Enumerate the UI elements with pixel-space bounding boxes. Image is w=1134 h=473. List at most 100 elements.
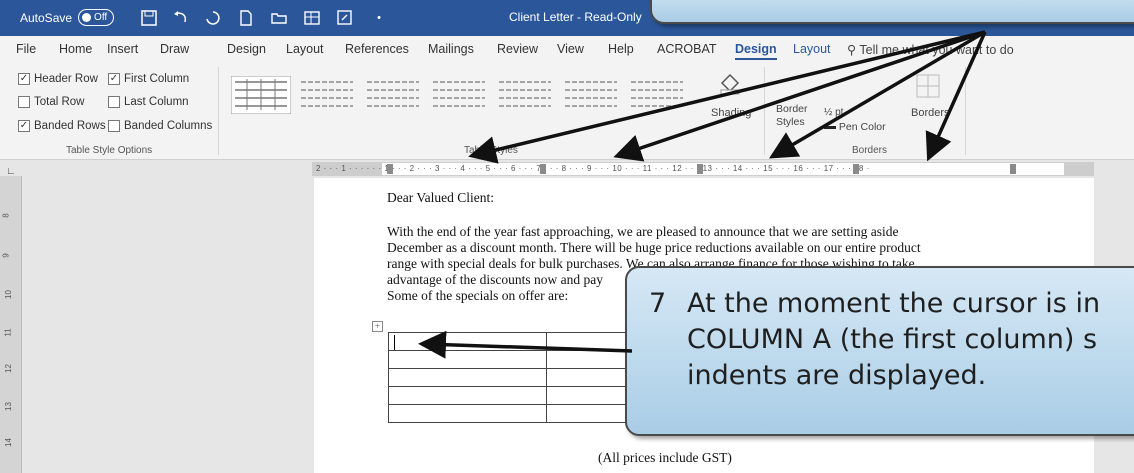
autosave-toggle[interactable]: Off: [78, 9, 115, 26]
paragraph-line: December as a discount month. There will…: [387, 240, 921, 255]
checkbox-unchecked: [108, 120, 120, 132]
shading-button[interactable]: Shading: [711, 107, 751, 119]
last-column-checkbox[interactable]: Last Column: [108, 96, 189, 108]
autosave-label: AutoSave: [20, 10, 73, 25]
redo-icon[interactable]: [202, 7, 224, 29]
ruler-margin-right: [1064, 162, 1094, 176]
vertical-ruler: 8 9 10 11 12 13 14: [0, 176, 22, 473]
paragraph-line: Some of the specials on offer are:: [387, 288, 569, 303]
table-cell[interactable]: [388, 368, 547, 387]
table-move-handle-icon[interactable]: +: [372, 321, 383, 332]
last-column-label: Last Column: [124, 96, 189, 108]
paragraph-line: advantage of the discounts now and pay: [387, 272, 603, 287]
borders-group-label: Borders: [852, 145, 888, 156]
vruler-number: 12: [3, 364, 13, 373]
save-icon[interactable]: [138, 7, 160, 29]
first-column-checkbox[interactable]: ✓ First Column: [108, 73, 189, 85]
callout-step-number: 7: [649, 288, 667, 319]
vruler-number: 8: [1, 213, 11, 218]
table-style-options-label: Table Style Options: [66, 145, 153, 156]
pen-color-label: Pen Color: [838, 121, 886, 133]
tab-acrobat[interactable]: ACROBAT: [657, 42, 717, 56]
table-style-thumbnail[interactable]: [231, 76, 291, 114]
vruler-number: 10: [3, 290, 13, 299]
total-row-label: Total Row: [34, 96, 85, 108]
pen-weight-dropdown[interactable]: ½ pt: [824, 107, 843, 118]
vruler-number: 14: [3, 438, 13, 447]
checkbox-unchecked: [18, 96, 30, 108]
table-style-thumbnail[interactable]: [429, 76, 489, 114]
tell-me-text: Tell me what you want to do: [859, 43, 1014, 57]
column-marker[interactable]: [540, 164, 546, 174]
total-row-checkbox[interactable]: Total Row: [18, 96, 85, 108]
vruler-number: 9: [1, 253, 11, 258]
new-document-icon[interactable]: [235, 7, 257, 29]
pen-color-icon: [824, 125, 836, 129]
table-cell[interactable]: [388, 386, 547, 405]
banded-columns-checkbox[interactable]: Banded Columns: [108, 120, 212, 132]
checkbox-checked: ✓: [108, 73, 120, 85]
column-marker[interactable]: [853, 164, 859, 174]
ruler-scale: 2 · · · 1 · · · · · · 1 · · · 2 · · · 3 …: [316, 164, 870, 173]
column-marker[interactable]: [1010, 164, 1016, 174]
callout-line: COLUMN A (the first column) s: [687, 324, 1098, 355]
autosave-control[interactable]: AutoSave Off: [20, 9, 115, 26]
prices-note: (All prices include GST): [598, 450, 732, 465]
header-row-label: Header Row: [34, 73, 98, 85]
borders-icon[interactable]: [915, 73, 941, 99]
tab-help[interactable]: Help: [608, 42, 634, 56]
group-separator: [965, 67, 966, 155]
touch-mode-icon[interactable]: [334, 7, 356, 29]
tab-view[interactable]: View: [557, 42, 584, 56]
tab-review[interactable]: Review: [497, 42, 538, 56]
tab-file[interactable]: File: [16, 42, 36, 56]
table-style-thumbnail[interactable]: [495, 76, 555, 114]
table-cell[interactable]: [388, 350, 547, 369]
tab-design[interactable]: Design: [227, 42, 266, 56]
insert-table-icon[interactable]: [301, 7, 323, 29]
banded-rows-label: Banded Rows: [34, 120, 106, 132]
table-style-thumbnail[interactable]: [561, 76, 621, 114]
instruction-callout: 7 At the moment the cursor is in COLUMN A…: [625, 266, 1134, 436]
tab-mailings[interactable]: Mailings: [428, 42, 474, 56]
borders-button[interactable]: Borders: [911, 107, 950, 119]
first-column-label: First Column: [124, 73, 190, 85]
banded-rows-checkbox[interactable]: ✓ Banded Rows: [18, 120, 106, 132]
search-icon: ⚲: [847, 43, 860, 57]
table-style-thumbnail[interactable]: [363, 76, 423, 114]
tab-layout[interactable]: Layout: [286, 42, 324, 56]
column-marker[interactable]: [387, 164, 393, 174]
tab-draw[interactable]: Draw: [160, 42, 189, 56]
table-cell-a1[interactable]: [388, 332, 547, 351]
pen-color-button[interactable]: Pen Color: [824, 121, 886, 133]
tab-references[interactable]: References: [345, 42, 409, 56]
group-separator: [764, 67, 765, 155]
text-cursor: [394, 335, 395, 350]
column-marker[interactable]: [697, 164, 703, 174]
tab-insert[interactable]: Insert: [107, 42, 138, 56]
open-folder-icon[interactable]: [268, 7, 290, 29]
paragraph-line: With the end of the year fast approachin…: [387, 224, 899, 239]
tell-me-search[interactable]: ⚲ Tell me what you want to do: [847, 42, 1014, 57]
table-cell[interactable]: [388, 404, 547, 423]
tab-table-layout[interactable]: Layout: [793, 42, 831, 56]
vruler-number: 13: [3, 402, 13, 411]
checkbox-checked: ✓: [18, 120, 30, 132]
group-separator: [218, 67, 219, 155]
header-row-checkbox[interactable]: ✓ Header Row: [18, 73, 98, 85]
letter-greeting: Dear Valued Client:: [387, 190, 494, 205]
tab-table-design[interactable]: Design: [735, 42, 777, 60]
callout-line: 7 At the moment the cursor is in: [649, 286, 1134, 322]
table-style-thumbnail[interactable]: [297, 76, 357, 114]
shading-icon[interactable]: [718, 71, 742, 95]
callout-line: indents are displayed.: [687, 360, 987, 391]
table-styles-label: Table Styles: [464, 145, 518, 156]
banded-columns-label: Banded Columns: [124, 120, 213, 132]
tab-home[interactable]: Home: [59, 42, 92, 56]
border-styles-button[interactable]: Border Styles: [776, 103, 816, 129]
table-style-thumbnail[interactable]: [627, 76, 687, 114]
undo-icon[interactable]: [170, 7, 192, 29]
callout-text: At the moment the cursor is in: [687, 288, 1101, 319]
vruler-number: 11: [3, 328, 13, 337]
customize-toolbar-icon[interactable]: •: [368, 7, 390, 29]
